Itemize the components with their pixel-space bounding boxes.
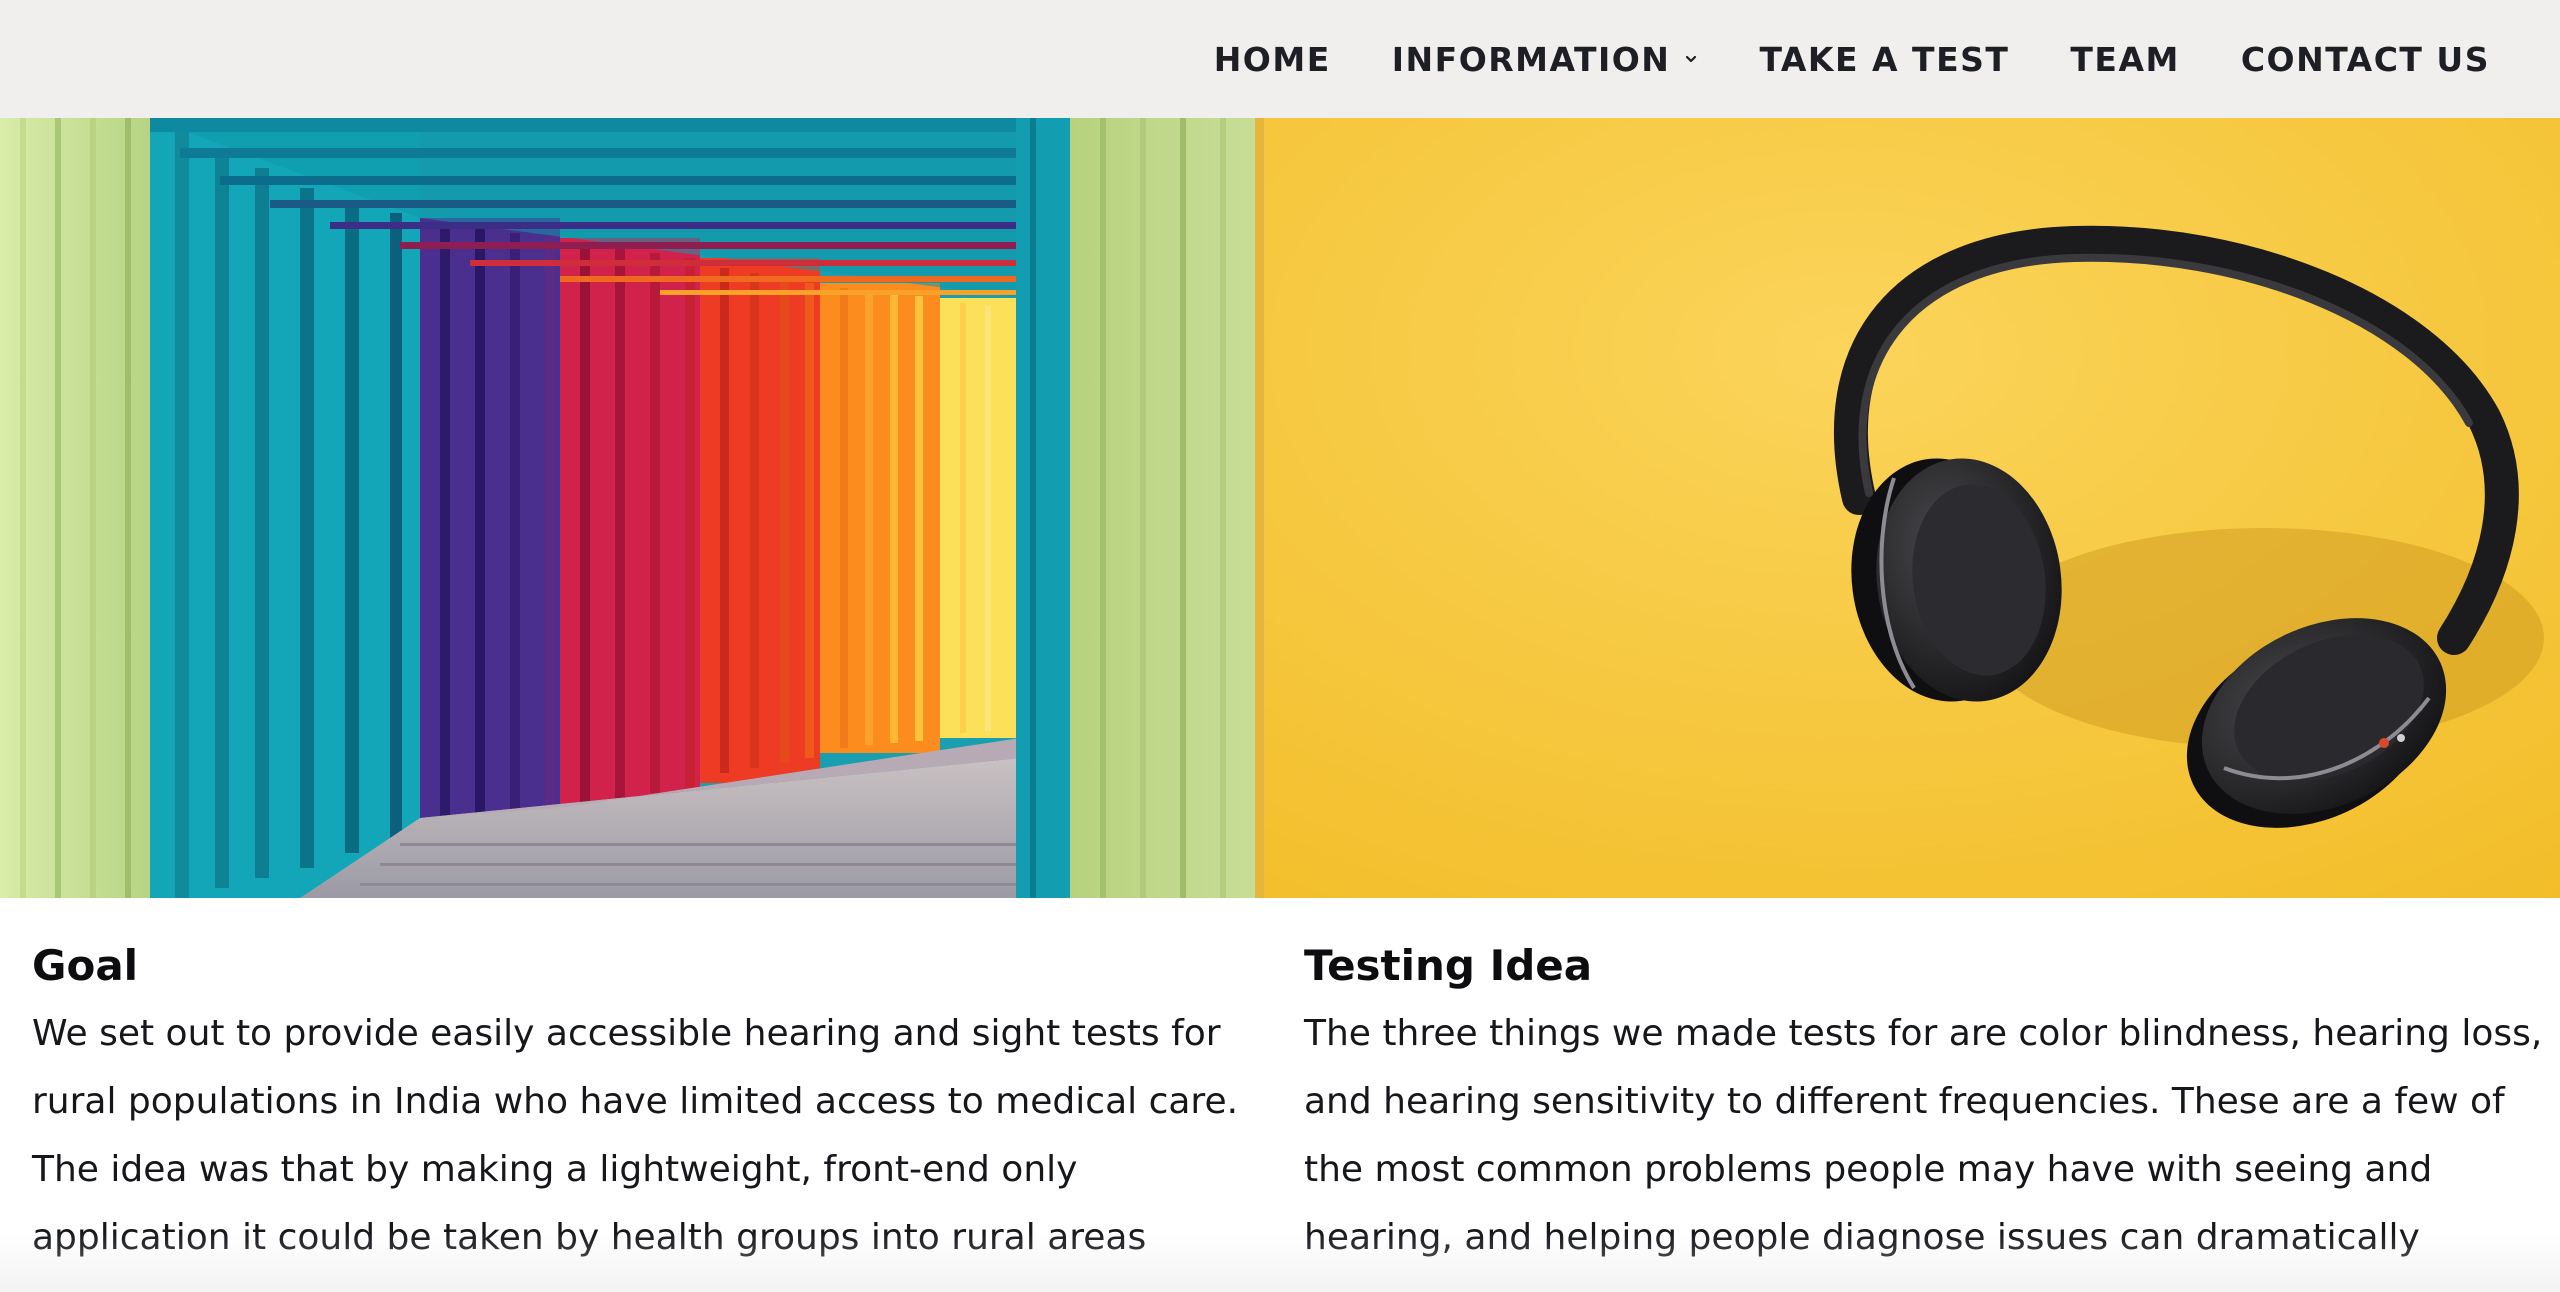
nav-information[interactable]: INFORMATION [1392, 40, 1699, 79]
testing-idea-heading: Testing Idea [1304, 941, 1593, 990]
nav-home-label: HOME [1213, 39, 1331, 79]
testing-idea-line: the most common problems people may have… [1304, 1149, 2433, 1190]
goal-line: application it could be taken by health … [32, 1217, 1147, 1258]
testing-idea-section: Testing Idea The three things we made te… [1304, 936, 2543, 1272]
nav-home[interactable]: HOME [1214, 40, 1331, 79]
nav-information-label: INFORMATION [1391, 39, 1671, 79]
goal-line: rural populations in India who have limi… [32, 1081, 1239, 1122]
nav-menu: HOME INFORMATION TAKE A TEST TEAM CONTAC… [1153, 0, 2490, 118]
nav-team-label: TEAM [2070, 39, 2180, 79]
goal-line: The idea was that by making a lightweigh… [32, 1149, 1078, 1190]
page: HOME INFORMATION TAKE A TEST TEAM CONTAC… [0, 0, 2560, 1292]
testing-idea-line: and hearing sensitivity to different fre… [1304, 1081, 2505, 1122]
goal-paragraph: We set out to provide easily accessible … [32, 1000, 1252, 1272]
testing-idea-paragraph: The three things we made tests for are c… [1304, 1000, 2543, 1272]
chevron-down-icon [1684, 52, 1698, 66]
nav-take-a-test-label: TAKE A TEST [1759, 39, 2010, 79]
testing-idea-line: hearing, and helping people diagnose iss… [1304, 1217, 2420, 1258]
goal-section: Goal We set out to provide easily access… [32, 936, 1252, 1272]
headphones-on-yellow-image [1264, 118, 2560, 898]
rainbow-tunnel-image [0, 118, 1264, 898]
goal-heading: Goal [32, 941, 139, 990]
nav-team[interactable]: TEAM [2070, 40, 2179, 79]
nav-take-a-test[interactable]: TAKE A TEST [1759, 40, 2009, 79]
nav-contact-us-label: CONTACT US [2240, 39, 2490, 79]
top-navbar: HOME INFORMATION TAKE A TEST TEAM CONTAC… [0, 0, 2560, 118]
goal-line: We set out to provide easily accessible … [32, 1013, 1221, 1054]
testing-idea-line: The three things we made tests for are c… [1304, 1013, 2543, 1054]
nav-contact-us[interactable]: CONTACT US [2241, 40, 2490, 79]
